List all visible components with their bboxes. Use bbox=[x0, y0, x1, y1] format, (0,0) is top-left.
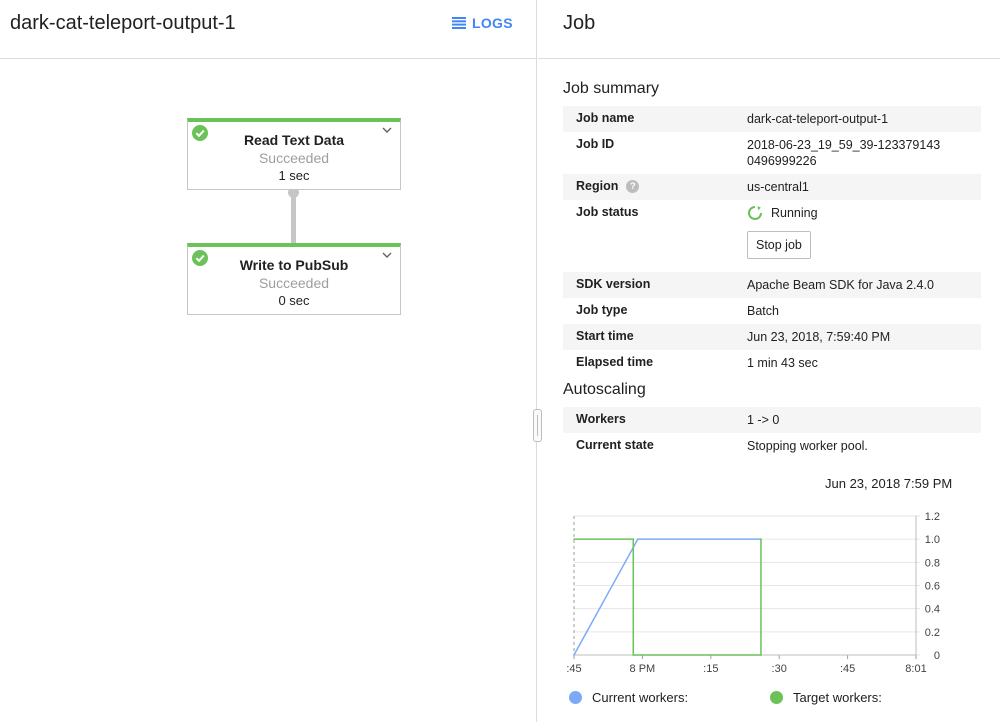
success-check-icon bbox=[192, 250, 208, 266]
start-time-value: Jun 23, 2018, 7:59:40 PM bbox=[747, 330, 891, 344]
job-type-row: Job type Batch bbox=[563, 298, 981, 324]
job-name-value: dark-cat-teleport-output-1 bbox=[747, 112, 889, 126]
job-type-value: Batch bbox=[747, 304, 779, 318]
logs-button[interactable]: LOGS bbox=[452, 15, 513, 31]
step-time: 1 sec bbox=[278, 168, 310, 183]
chart-date-label: Jun 23, 2018 7:59 PM bbox=[825, 476, 953, 491]
current-workers-point bbox=[573, 654, 575, 656]
target-workers-line bbox=[574, 538, 762, 656]
legend-current: Current workers: bbox=[569, 690, 688, 705]
workers-label: Workers bbox=[576, 412, 626, 426]
logs-label: LOGS bbox=[472, 15, 513, 31]
x-tick-label: 8 PM bbox=[630, 663, 656, 675]
step-status: Succeeded bbox=[258, 150, 330, 166]
start-time-label: Start time bbox=[576, 329, 634, 343]
y-tick-label: 0 bbox=[934, 650, 940, 662]
job-panel-title: Job bbox=[563, 12, 596, 34]
step-name: Read Text Data bbox=[243, 132, 345, 148]
elapsed-time-label: Elapsed time bbox=[576, 355, 654, 369]
job-status-line: Running bbox=[747, 205, 981, 221]
success-check-icon bbox=[192, 125, 208, 141]
help-icon[interactable]: ? bbox=[626, 179, 640, 193]
pipeline-header: dark-cat-teleport-output-1 LOGS bbox=[0, 0, 536, 59]
y-tick-label: 0.2 bbox=[925, 627, 940, 639]
target-workers-point bbox=[632, 654, 635, 656]
job-type-label: Job type bbox=[576, 303, 628, 317]
target-workers-point bbox=[632, 538, 635, 540]
elapsed-time-value: 1 min 43 sec bbox=[747, 356, 818, 370]
step-connector bbox=[291, 190, 296, 244]
legend-current-swatch bbox=[569, 691, 582, 704]
legend-target-swatch bbox=[770, 691, 783, 704]
region-value: us-central1 bbox=[747, 180, 809, 194]
job-status-value: Running bbox=[771, 206, 818, 220]
x-tick-label: :45 bbox=[840, 663, 855, 675]
stop-job-button[interactable]: Stop job bbox=[747, 231, 811, 259]
list-icon bbox=[452, 17, 466, 29]
y-tick-label: 0.4 bbox=[925, 604, 940, 616]
sdk-row: SDK version Apache Beam SDK for Java 2.4… bbox=[563, 272, 981, 298]
legend-target-label: Target workers: bbox=[793, 690, 882, 705]
job-status-label: Job status bbox=[576, 205, 639, 219]
job-summary-table: Job name dark-cat-teleport-output-1 Job … bbox=[563, 106, 981, 376]
job-id-value: 2018-06-23_19_59_39-1233791430496999226 bbox=[747, 138, 941, 168]
workers-value: 1 -> 0 bbox=[747, 413, 780, 427]
step-status: Succeeded bbox=[258, 275, 330, 291]
region-label-cell: Region ? bbox=[563, 174, 747, 198]
x-tick-label: 8:01 bbox=[905, 663, 926, 675]
target-workers-point bbox=[760, 654, 762, 656]
x-tick-label: :30 bbox=[772, 663, 787, 675]
autoscaling-chart: 0 0.2 0.4 0.6 0.8 1.0 1.2 :45 8 PM :15 :30 :45 8:01 bbox=[566, 511, 940, 675]
current-state-value: Stopping worker pool. bbox=[747, 439, 868, 453]
current-state-label: Current state bbox=[576, 438, 654, 452]
y-tick-label: 0.6 bbox=[925, 581, 940, 593]
sdk-value: Apache Beam SDK for Java 2.4.0 bbox=[747, 278, 934, 292]
step-read-text-data[interactable]: Read Text Data Succeeded 1 sec bbox=[187, 118, 401, 190]
pipeline-graph: Read Text Data Succeeded 1 sec Write to … bbox=[0, 60, 536, 722]
start-time-row: Start time Jun 23, 2018, 7:59:40 PM bbox=[563, 324, 981, 350]
job-panel: Job Job summary Job name dark-cat-telepo… bbox=[538, 0, 1000, 722]
target-workers-point bbox=[760, 538, 762, 540]
chevron-down-icon[interactable] bbox=[382, 252, 392, 259]
job-id-label: Job ID bbox=[576, 137, 615, 151]
chevron-down-icon[interactable] bbox=[382, 127, 392, 134]
pipeline-panel: dark-cat-teleport-output-1 LOGS Read Tex… bbox=[0, 0, 537, 722]
job-status-row: Job status Running Stop job bbox=[563, 200, 981, 272]
sdk-label: SDK version bbox=[576, 277, 651, 291]
step-name: Write to PubSub bbox=[239, 257, 349, 273]
current-workers-point bbox=[637, 538, 639, 540]
legend-target: Target workers: bbox=[770, 690, 882, 705]
current-state-row: Current state Stopping worker pool. bbox=[563, 433, 981, 459]
job-status-cell: Running Stop job bbox=[747, 200, 981, 272]
job-id-row: Job ID 2018-06-23_19_59_39-1233791430496… bbox=[563, 132, 981, 174]
elapsed-time-row: Elapsed time 1 min 43 sec bbox=[563, 350, 981, 376]
y-tick-label: 1.0 bbox=[925, 534, 940, 546]
job-header: Job bbox=[538, 0, 1000, 59]
pipeline-title: dark-cat-teleport-output-1 bbox=[10, 12, 236, 34]
target-workers-point bbox=[573, 538, 575, 540]
x-tick-label: :45 bbox=[566, 663, 581, 675]
region-label: Region bbox=[576, 179, 619, 193]
job-summary-heading: Job summary bbox=[563, 80, 660, 97]
y-tick-label: 1.2 bbox=[925, 511, 940, 523]
autoscaling-heading: Autoscaling bbox=[563, 381, 646, 398]
workers-row: Workers 1 -> 0 bbox=[563, 407, 981, 433]
current-workers-line bbox=[573, 538, 761, 656]
job-name-label: Job name bbox=[576, 111, 635, 125]
step-time: 0 sec bbox=[278, 293, 310, 308]
running-icon bbox=[748, 206, 762, 220]
step-write-to-pubsub[interactable]: Write to PubSub Succeeded 0 sec bbox=[187, 243, 401, 315]
y-tick-label: 0.8 bbox=[925, 557, 940, 569]
autoscaling-table: Workers 1 -> 0 Current state Stopping wo… bbox=[563, 407, 981, 459]
region-row: Region ? us-central1 bbox=[563, 174, 981, 200]
legend-current-label: Current workers: bbox=[592, 690, 689, 705]
job-name-row: Job name dark-cat-teleport-output-1 bbox=[563, 106, 981, 132]
x-tick-label: :15 bbox=[703, 663, 718, 675]
